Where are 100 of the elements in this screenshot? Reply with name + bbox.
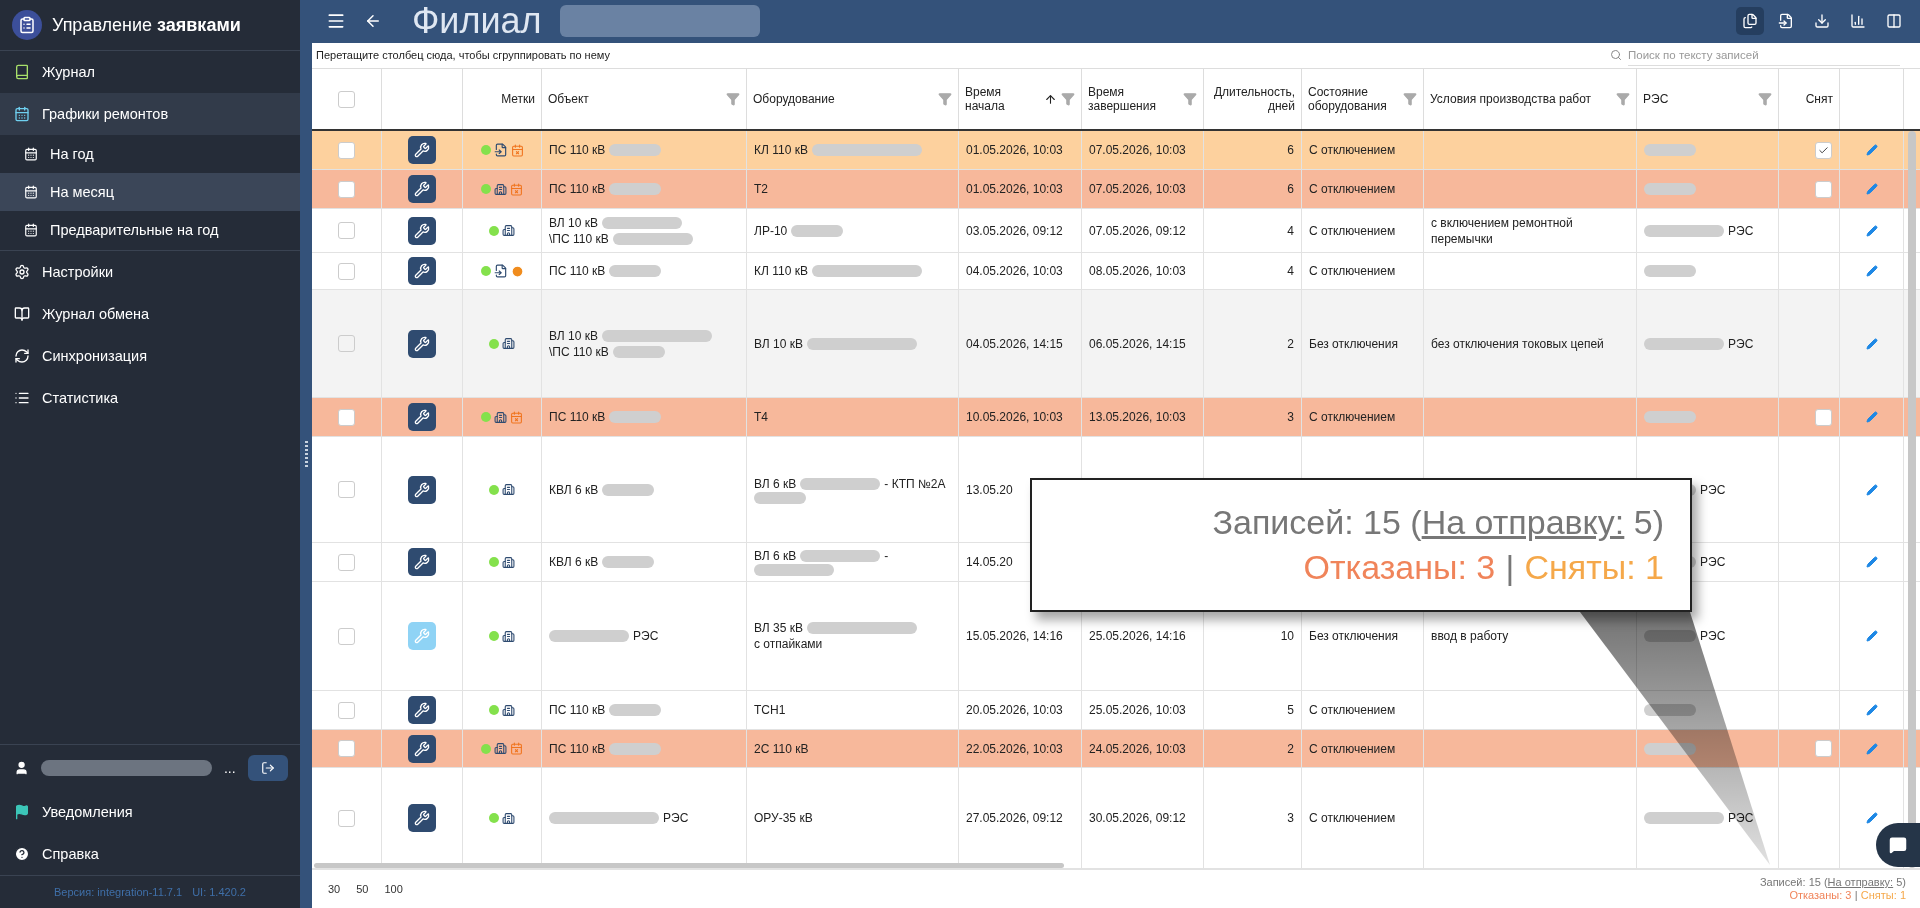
column-header[interactable]: Длительность, дней: [1210, 85, 1295, 113]
table-row[interactable]: ПС 110 кВ КЛ 110 кВ 04.05.2026, 10:03 08.05.2026, 10:03 4 С отключением: [312, 253, 1920, 290]
pencil-icon: [1865, 337, 1878, 350]
check-icon: [1818, 144, 1829, 156]
tools-icon[interactable]: [408, 475, 436, 504]
edit-button[interactable]: [1863, 263, 1880, 279]
nav-item[interactable]: Журнал обмена: [0, 293, 300, 335]
column-header[interactable]: Метки: [469, 92, 535, 106]
table-row[interactable]: ВЛ 10 кВ \ПС 110 кВ ЛР-10 03.05.2026, 09:12 07.05.2026, 09:12 4 С отключением с включением ремонтной перемычки РЭС: [312, 209, 1920, 253]
nav-item[interactable]: Статистика: [0, 377, 300, 419]
cell-text: 6: [1287, 142, 1294, 158]
nav-item[interactable]: Справка: [0, 833, 300, 875]
cell-text: 2С 110 кВ: [754, 740, 809, 757]
cell-text: С отключением: [1309, 263, 1396, 279]
tools-icon[interactable]: [408, 329, 436, 358]
resize-handle[interactable]: [304, 441, 308, 467]
checkbox[interactable]: [338, 553, 355, 571]
checkbox[interactable]: [338, 809, 355, 827]
filter-icon[interactable]: [938, 92, 952, 106]
checkbox[interactable]: [1815, 408, 1832, 426]
checkbox[interactable]: [1815, 180, 1832, 198]
edit-button[interactable]: [1863, 740, 1880, 757]
filter-icon[interactable]: [1758, 92, 1772, 106]
checkbox[interactable]: [338, 180, 355, 198]
edit-button[interactable]: [1863, 628, 1880, 644]
chat-button[interactable]: [1876, 823, 1920, 867]
table-row[interactable]: РЭС ОРУ-35 кВ 27.05.2026, 09:12 30.05.2026, 09:12 3 С отключением РЭС: [312, 768, 1920, 869]
refused-count: Отказаны: 3: [1789, 889, 1852, 902]
checkbox[interactable]: [338, 335, 355, 352]
record-count: Записей: 15 (На отправку: 5): [1759, 876, 1906, 889]
tools-icon[interactable]: [408, 136, 436, 164]
tools-icon[interactable]: [408, 696, 436, 724]
tools-icon[interactable]: [408, 216, 436, 245]
page-size-option[interactable]: 30: [328, 883, 341, 895]
scrollbar[interactable]: [314, 863, 1064, 868]
edit-button[interactable]: [1863, 554, 1880, 570]
logout-button[interactable]: [247, 755, 288, 781]
edit-button[interactable]: [1863, 181, 1880, 197]
checkbox[interactable]: [338, 408, 355, 426]
checkbox[interactable]: [338, 262, 355, 280]
nav-item[interactable]: Журнал: [0, 51, 300, 93]
filter-icon[interactable]: [1616, 92, 1630, 106]
page-size-option[interactable]: 50: [356, 883, 369, 895]
filter-icon[interactable]: [726, 92, 740, 106]
edit-button[interactable]: [1863, 481, 1880, 498]
table-row[interactable]: ПС 110 кВ Т2 01.05.2026, 10:03 07.05.2026, 10:03 6 С отключением: [312, 170, 1920, 209]
tools-icon[interactable]: [408, 548, 436, 576]
filter-icon[interactable]: [1403, 92, 1417, 106]
edit-button[interactable]: [1863, 335, 1880, 352]
nav-item[interactable]: Графики ремонтов: [0, 93, 300, 135]
checkbox[interactable]: [1815, 141, 1832, 159]
filter-icon[interactable]: [1183, 92, 1197, 106]
tools-icon[interactable]: [408, 403, 436, 431]
column-header[interactable]: Состояние оборудования: [1308, 85, 1399, 113]
table-row[interactable]: ПС 110 кВ Т4 10.05.2026, 10:03 13.05.2026, 10:03 3 С отключением: [312, 398, 1920, 437]
checkbox[interactable]: [338, 222, 355, 239]
to-send-link[interactable]: На отправку:: [1827, 876, 1894, 889]
checkbox[interactable]: [338, 627, 355, 645]
checkbox[interactable]: [338, 90, 355, 108]
nav-subitem[interactable]: На месяц: [0, 173, 300, 211]
column-header[interactable]: Время завершения: [1088, 85, 1179, 113]
cell-text: \ПС 110 кВ: [549, 343, 609, 360]
table-row[interactable]: ВЛ 10 кВ \ПС 110 кВ ВЛ 10 кВ 04.05.2026, 14:15 06.05.2026, 14:15 2 Без отключения без отключения токовых цепей РЭС: [312, 290, 1920, 398]
nav-item[interactable]: Синхронизация: [0, 335, 300, 377]
nav-subitem[interactable]: На год: [0, 135, 300, 173]
cell-text: РЭС: [1700, 628, 1726, 644]
column-header[interactable]: РЭС: [1643, 92, 1754, 106]
toolbar-button[interactable]: [1736, 7, 1764, 36]
tools-icon[interactable]: [408, 257, 436, 285]
column-header[interactable]: Условия производства работ: [1430, 92, 1612, 106]
columns-icon: [1886, 13, 1902, 30]
table-row[interactable]: ПС 110 кВ ТСН1 20.05.2026, 10:03 25.05.2026, 10:03 5 С отключением: [312, 691, 1920, 730]
checkbox[interactable]: [338, 701, 355, 719]
tools-icon[interactable]: [408, 804, 436, 832]
edit-button[interactable]: [1863, 222, 1880, 239]
checkbox[interactable]: [338, 141, 355, 159]
nav-item[interactable]: Уведомления: [0, 791, 300, 833]
nav-item[interactable]: Настройки: [0, 251, 300, 293]
pencil-icon: [1865, 144, 1878, 156]
column-header[interactable]: Время начала: [965, 85, 1040, 113]
page-size-option[interactable]: 100: [384, 883, 403, 895]
cell-text: 01.05.2026, 10:03: [966, 142, 1063, 158]
edit-button[interactable]: [1863, 810, 1880, 826]
checkbox[interactable]: [338, 481, 355, 498]
table-row[interactable]: ПС 110 кВ 2С 110 кВ 22.05.2026, 10:03 24.05.2026, 10:03 2 С отключением: [312, 730, 1920, 768]
to-send-link[interactable]: На отправку:: [1421, 502, 1625, 541]
tools-icon[interactable]: [408, 734, 436, 763]
column-header[interactable]: Снят: [1785, 92, 1833, 106]
nav-subitem[interactable]: Предварительные на год: [0, 211, 300, 249]
sort-arrow-icon[interactable]: [1044, 92, 1057, 106]
column-header[interactable]: Оборудование: [753, 92, 934, 106]
edit-button[interactable]: [1863, 409, 1880, 425]
checkbox[interactable]: [1815, 740, 1832, 757]
edit-button[interactable]: [1863, 142, 1880, 158]
edit-button[interactable]: [1863, 702, 1880, 718]
checkbox[interactable]: [338, 740, 355, 757]
tools-icon[interactable]: [408, 175, 436, 203]
column-header[interactable]: Объект: [548, 92, 722, 106]
help-icon: [14, 846, 30, 862]
table-row[interactable]: ПС 110 кВ КЛ 110 кВ 01.05.2026, 10:03 07.05.2026, 10:03 6 С отключением: [312, 131, 1920, 170]
